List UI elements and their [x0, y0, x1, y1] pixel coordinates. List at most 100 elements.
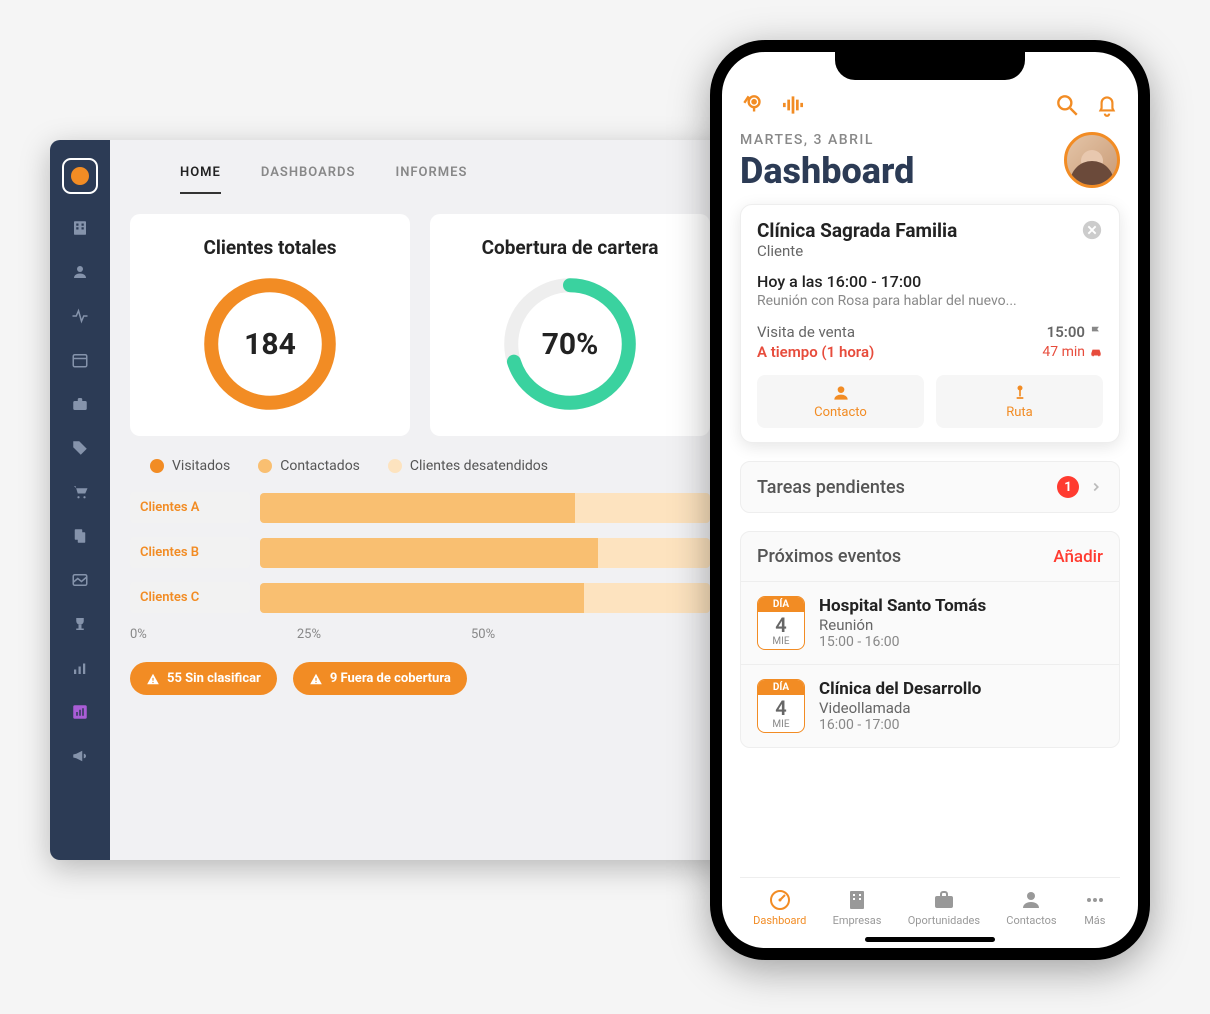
- phone-frame: MARTES, 3 ABRIL Dashboard Clínica Sagrad…: [710, 40, 1150, 960]
- sidebar-tag-icon[interactable]: [70, 438, 90, 458]
- visit-status: A tiempo (1 hora): [757, 343, 874, 361]
- sidebar-briefcase-icon[interactable]: [70, 394, 90, 414]
- card-title: Clientes totales: [140, 236, 400, 259]
- event-name: Hospital Santo Tomás: [819, 596, 986, 616]
- event-name: Clínica del Desarrollo: [819, 679, 981, 699]
- tick: 50%: [471, 627, 495, 642]
- ring-coverage: 70%: [500, 274, 640, 414]
- visit-time: 15:00: [1047, 323, 1085, 341]
- upcoming-events-section: Próximos eventos Añadir DÍA 4 MIE Hospit…: [740, 531, 1120, 748]
- close-icon[interactable]: [1081, 219, 1103, 245]
- nav-label: Contactos: [1006, 914, 1056, 927]
- ring-value: 70%: [500, 274, 640, 414]
- contact-button[interactable]: Contacto: [757, 375, 924, 428]
- card-coverage: Cobertura de cartera 70%: [430, 214, 710, 436]
- location-icon[interactable]: [740, 92, 766, 122]
- home-indicator[interactable]: [865, 937, 995, 942]
- nav-more[interactable]: Más: [1083, 888, 1107, 927]
- tab-reports[interactable]: INFORMES: [395, 165, 467, 194]
- nav-companies[interactable]: Empresas: [833, 888, 882, 927]
- app-logo-icon[interactable]: [62, 158, 98, 194]
- event-date-badge: DÍA 4 MIE: [757, 596, 805, 650]
- section-title: Tareas pendientes: [757, 477, 905, 498]
- visit-kind: Visita de venta: [757, 323, 855, 341]
- sidebar-image-icon[interactable]: [70, 570, 90, 590]
- chip-label: 9 Fuera de cobertura: [330, 671, 451, 686]
- chart-legend: Visitados Contactados Clientes desatendi…: [130, 458, 710, 474]
- sidebar-megaphone-icon[interactable]: [70, 746, 90, 766]
- event-type: Videollamada: [819, 699, 981, 717]
- bar-label: Clientes B: [130, 537, 250, 568]
- event-date-badge: DÍA 4 MIE: [757, 679, 805, 733]
- flag-icon: [1089, 325, 1103, 339]
- day-number: 4: [758, 695, 804, 719]
- tab-home[interactable]: HOME: [180, 165, 221, 194]
- route-icon: [1010, 383, 1030, 403]
- sidebar: [50, 140, 110, 860]
- page-title: Dashboard: [740, 150, 914, 192]
- sidebar-calendar-icon[interactable]: [70, 350, 90, 370]
- bottom-nav: Dashboard Empresas Oportunidades Contact…: [740, 877, 1120, 933]
- day-of-week: MIE: [758, 636, 804, 649]
- nav-opportunities[interactable]: Oportunidades: [908, 888, 980, 927]
- nav-label: Dashboard: [753, 914, 806, 927]
- visit-when: Hoy a las 16:00 - 17:00: [757, 272, 1103, 291]
- event-time: 16:00 - 17:00: [819, 717, 981, 733]
- user-avatar[interactable]: [1064, 132, 1120, 188]
- phone-notch: [835, 50, 1025, 80]
- search-icon[interactable]: [1054, 92, 1080, 122]
- chevron-right-icon: [1089, 480, 1103, 494]
- visit-card[interactable]: Clínica Sagrada Familia Cliente Hoy a la…: [740, 204, 1120, 443]
- tick: 25%: [297, 627, 321, 642]
- chip-out-of-coverage[interactable]: 9 Fuera de cobertura: [293, 662, 467, 695]
- button-label: Contacto: [814, 405, 867, 420]
- nav-contacts[interactable]: Contactos: [1006, 888, 1056, 927]
- day-label: DÍA: [758, 597, 804, 612]
- nav-label: Empresas: [833, 914, 882, 927]
- legend-neglected: Clientes desatendidos: [388, 458, 548, 474]
- legend-contacted: Contactados: [258, 458, 360, 474]
- day-of-week: MIE: [758, 719, 804, 732]
- date-label: MARTES, 3 ABRIL: [740, 132, 914, 148]
- day-label: DÍA: [758, 680, 804, 695]
- nav-dashboard[interactable]: Dashboard: [753, 888, 806, 927]
- building-icon: [845, 888, 869, 912]
- button-label: Ruta: [1006, 405, 1033, 420]
- event-time: 15:00 - 16:00: [819, 634, 986, 650]
- gauge-icon: [768, 888, 792, 912]
- sidebar-cart-icon[interactable]: [70, 482, 90, 502]
- legend-label: Contactados: [280, 458, 360, 474]
- sidebar-activity-icon[interactable]: [70, 306, 90, 326]
- sidebar-companies-icon[interactable]: [70, 218, 90, 238]
- add-event-button[interactable]: Añadir: [1053, 547, 1103, 567]
- ring-value: 184: [200, 274, 340, 414]
- warning-icon: [146, 672, 160, 686]
- sidebar-stats-icon[interactable]: [70, 658, 90, 678]
- warning-icon: [309, 672, 323, 686]
- route-button[interactable]: Ruta: [936, 375, 1103, 428]
- visit-desc: Reunión con Rosa para hablar del nuevo..…: [757, 293, 1103, 309]
- briefcase-icon: [932, 888, 956, 912]
- tick: 0%: [130, 627, 147, 642]
- legend-label: Visitados: [172, 458, 230, 474]
- legend-visited: Visitados: [150, 458, 230, 474]
- sidebar-trophy-icon[interactable]: [70, 614, 90, 634]
- section-title: Próximos eventos: [757, 546, 901, 567]
- pending-tasks-section[interactable]: Tareas pendientes 1: [740, 461, 1120, 513]
- event-item[interactable]: DÍA 4 MIE Hospital Santo Tomás Reunión 1…: [741, 581, 1119, 664]
- event-item[interactable]: DÍA 4 MIE Clínica del Desarrollo Videoll…: [741, 664, 1119, 747]
- bar-row-b: Clientes B: [130, 537, 710, 568]
- sidebar-analytics-icon[interactable]: [70, 702, 90, 722]
- bar-row-a: Clientes A: [130, 492, 710, 523]
- bell-icon[interactable]: [1094, 92, 1120, 122]
- task-count-badge: 1: [1057, 476, 1079, 498]
- bar-row-c: Clientes C: [130, 582, 710, 613]
- bar-chart: Clientes A Clientes B Clientes C: [130, 492, 710, 613]
- sidebar-contacts-icon[interactable]: [70, 262, 90, 282]
- sound-wave-icon[interactable]: [780, 92, 806, 122]
- sidebar-docs-icon[interactable]: [70, 526, 90, 546]
- ring-total-clients: 184: [200, 274, 340, 414]
- chip-unclassified[interactable]: 55 Sin clasificar: [130, 662, 277, 695]
- x-axis: 0% 25% 50%: [130, 627, 710, 642]
- tab-dashboards[interactable]: DASHBOARDS: [261, 165, 356, 194]
